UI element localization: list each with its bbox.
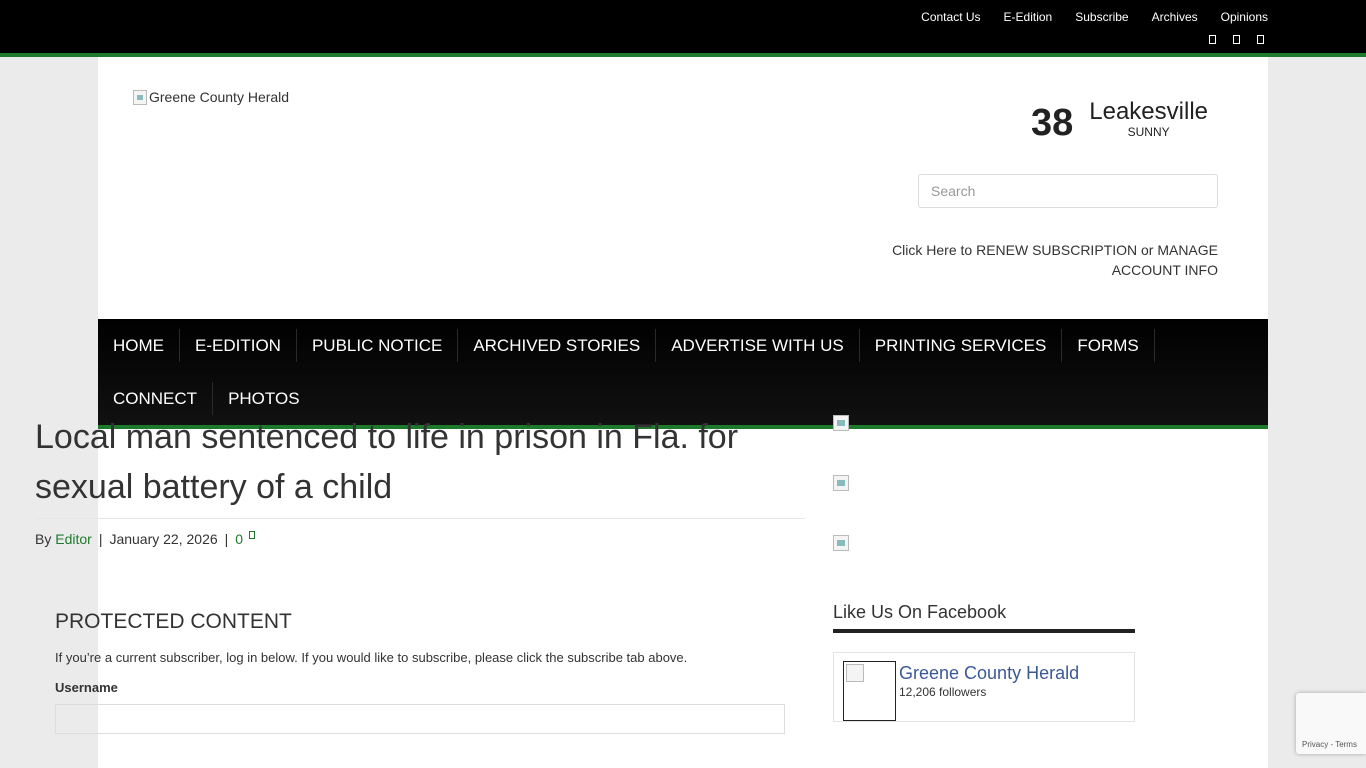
weather-widget: 38 Leakesville SUNNY [1030, 98, 1208, 144]
article-meta: By Editor | January 22, 2026 | 0 [35, 531, 805, 547]
weather-temp: 38 [1030, 102, 1074, 144]
facebook-followers: 12,206 followers [899, 685, 987, 699]
username-label: Username [55, 680, 118, 695]
renew-subscription-link[interactable]: Click Here to RENEW SUBSCRIPTION or MANA… [878, 240, 1218, 280]
protected-content: PROTECTED CONTENT If you’re a current su… [55, 610, 785, 734]
article-date: January 22, 2026 [109, 531, 218, 547]
contact-us-link[interactable]: Contact Us [921, 10, 980, 24]
comment-icon [249, 531, 256, 539]
weather-city: Leakesville [1089, 98, 1208, 125]
nav-advertise[interactable]: ADVERTISE WITH US [656, 329, 860, 362]
ad-image-1[interactable] [833, 415, 849, 431]
nav-public-notice[interactable]: PUBLIC NOTICE [297, 329, 459, 362]
top-links: Contact Us E-Edition Subscribe Archives … [898, 10, 1268, 24]
broken-image-icon [133, 89, 147, 105]
rss-icon[interactable] [1254, 33, 1266, 45]
by-label: By [35, 531, 52, 547]
logo-alt-text: Greene County Herald [149, 89, 290, 105]
sidebar: Like Us On Facebook Greene County Herald… [833, 412, 1135, 722]
nav-connect[interactable]: CONNECT [98, 382, 214, 415]
author-link[interactable]: Editor [55, 531, 92, 547]
ad-image-3[interactable] [833, 535, 849, 551]
facebook-icon[interactable] [1206, 33, 1218, 45]
comments-link[interactable]: 0 [235, 531, 256, 547]
top-bar: Contact Us E-Edition Subscribe Archives … [0, 0, 1366, 57]
protected-heading: PROTECTED CONTENT [55, 610, 292, 633]
weather-condition: SUNNY [1127, 125, 1170, 140]
ad-image-2[interactable] [833, 475, 849, 491]
comment-count: 0 [235, 531, 244, 547]
recaptcha-badge[interactable]: Privacy - Terms [1296, 693, 1366, 754]
search-input[interactable] [918, 174, 1218, 208]
article: Local man sentenced to life in prison in… [35, 412, 805, 547]
protected-text: If you’re a current subscriber, log in b… [55, 650, 688, 665]
facebook-page-name[interactable]: Greene County Herald [899, 663, 1079, 684]
nav-printing-services[interactable]: PRINTING SERVICES [860, 329, 1063, 362]
facebook-widget: Greene County Herald 12,206 followers [833, 652, 1135, 722]
meta-separator: | [224, 531, 229, 547]
nav-archived-stories[interactable]: ARCHIVED STORIES [458, 329, 657, 362]
facebook-widget-title: Like Us On Facebook [833, 602, 1135, 633]
twitter-icon[interactable] [1230, 33, 1242, 45]
archives-link[interactable]: Archives [1152, 10, 1198, 24]
site-logo[interactable]: Greene County Herald [133, 89, 289, 105]
e-edition-link[interactable]: E-Edition [1004, 10, 1053, 24]
recaptcha-links[interactable]: Privacy - Terms [1302, 740, 1357, 749]
article-title: Local man sentenced to life in prison in… [35, 412, 805, 519]
nav-home[interactable]: HOME [98, 329, 180, 362]
nav-forms[interactable]: FORMS [1062, 329, 1155, 362]
username-input[interactable] [55, 704, 785, 734]
nav-e-edition[interactable]: E-EDITION [180, 329, 297, 362]
subscribe-link[interactable]: Subscribe [1075, 10, 1128, 24]
facebook-avatar[interactable] [843, 661, 896, 721]
social-icons [1194, 33, 1266, 45]
nav-photos[interactable]: PHOTOS [213, 382, 314, 415]
opinions-link[interactable]: Opinions [1221, 10, 1268, 24]
meta-separator: | [98, 531, 103, 547]
